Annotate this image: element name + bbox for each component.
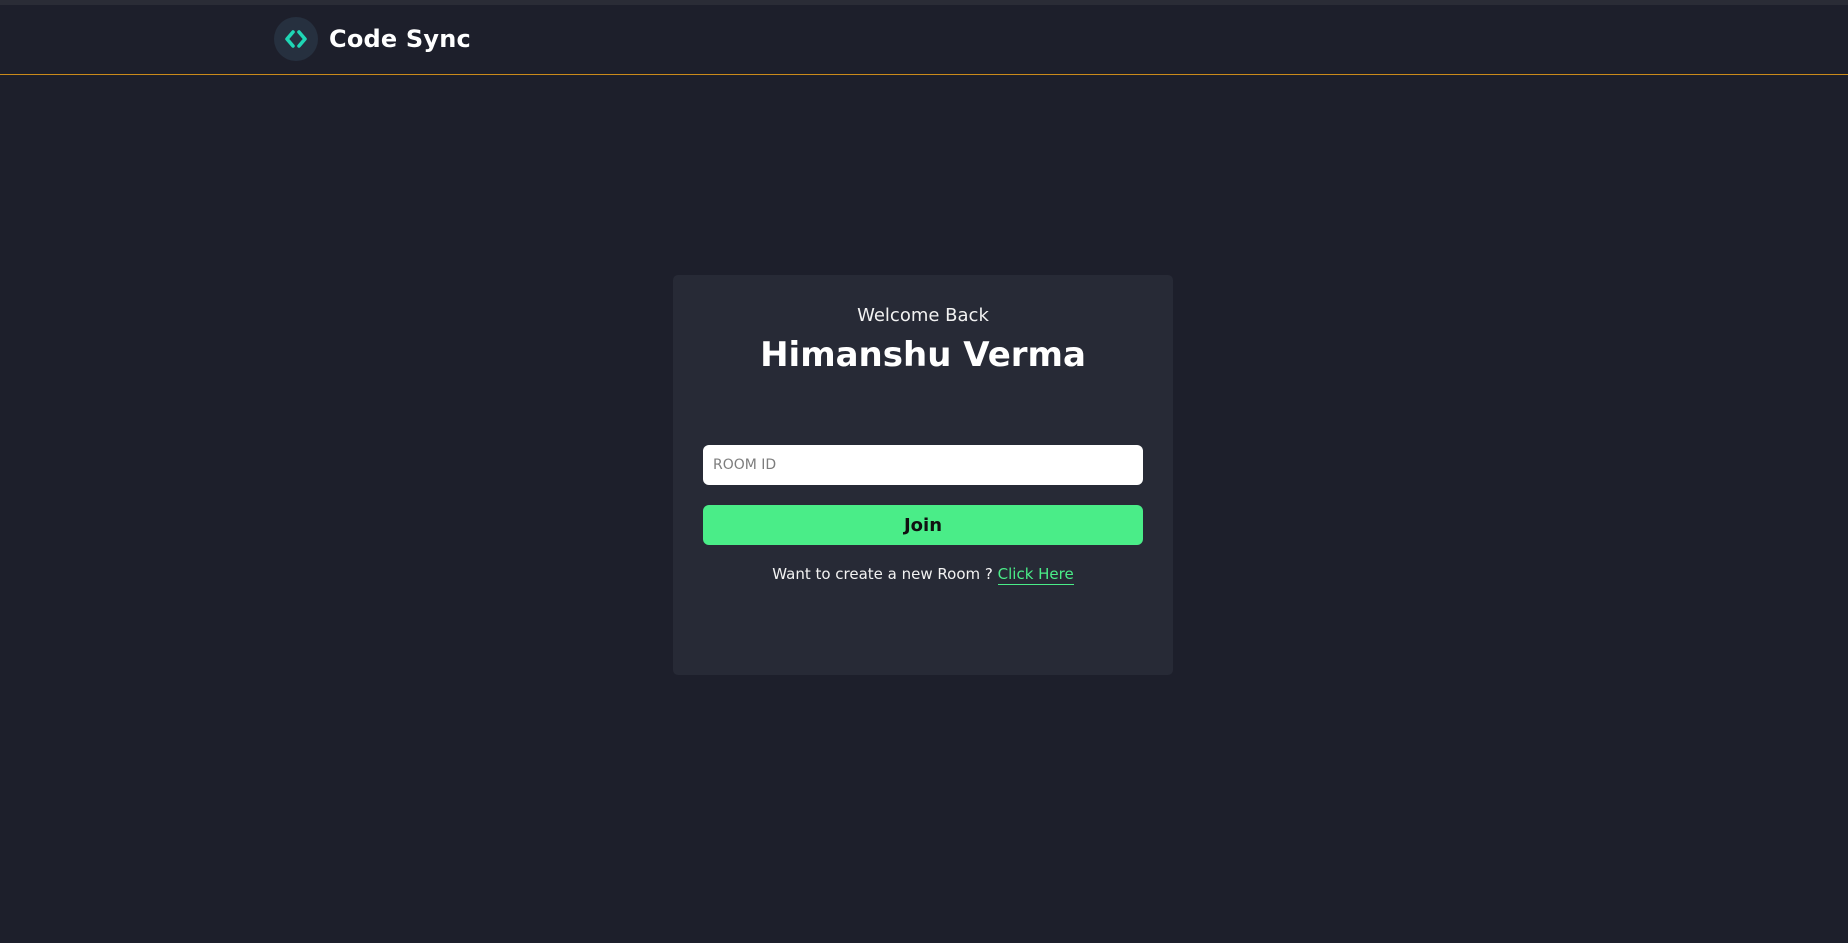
join-button[interactable]: Join (703, 505, 1143, 545)
top-navbar: Code Sync (0, 5, 1848, 75)
user-name-heading: Himanshu Verma (760, 335, 1086, 375)
create-room-prompt: Want to create a new Room ? Click Here (673, 565, 1173, 585)
create-room-text: Want to create a new Room ? (772, 565, 993, 583)
join-room-card: Welcome Back Himanshu Verma Join Want to… (673, 275, 1173, 675)
room-id-input[interactable] (703, 445, 1143, 485)
code-brackets-icon (274, 17, 318, 61)
welcome-text: Welcome Back (857, 305, 989, 326)
app-title: Code Sync (329, 25, 471, 53)
brand-link[interactable]: Code Sync (274, 17, 471, 61)
create-room-link[interactable]: Click Here (997, 565, 1074, 585)
